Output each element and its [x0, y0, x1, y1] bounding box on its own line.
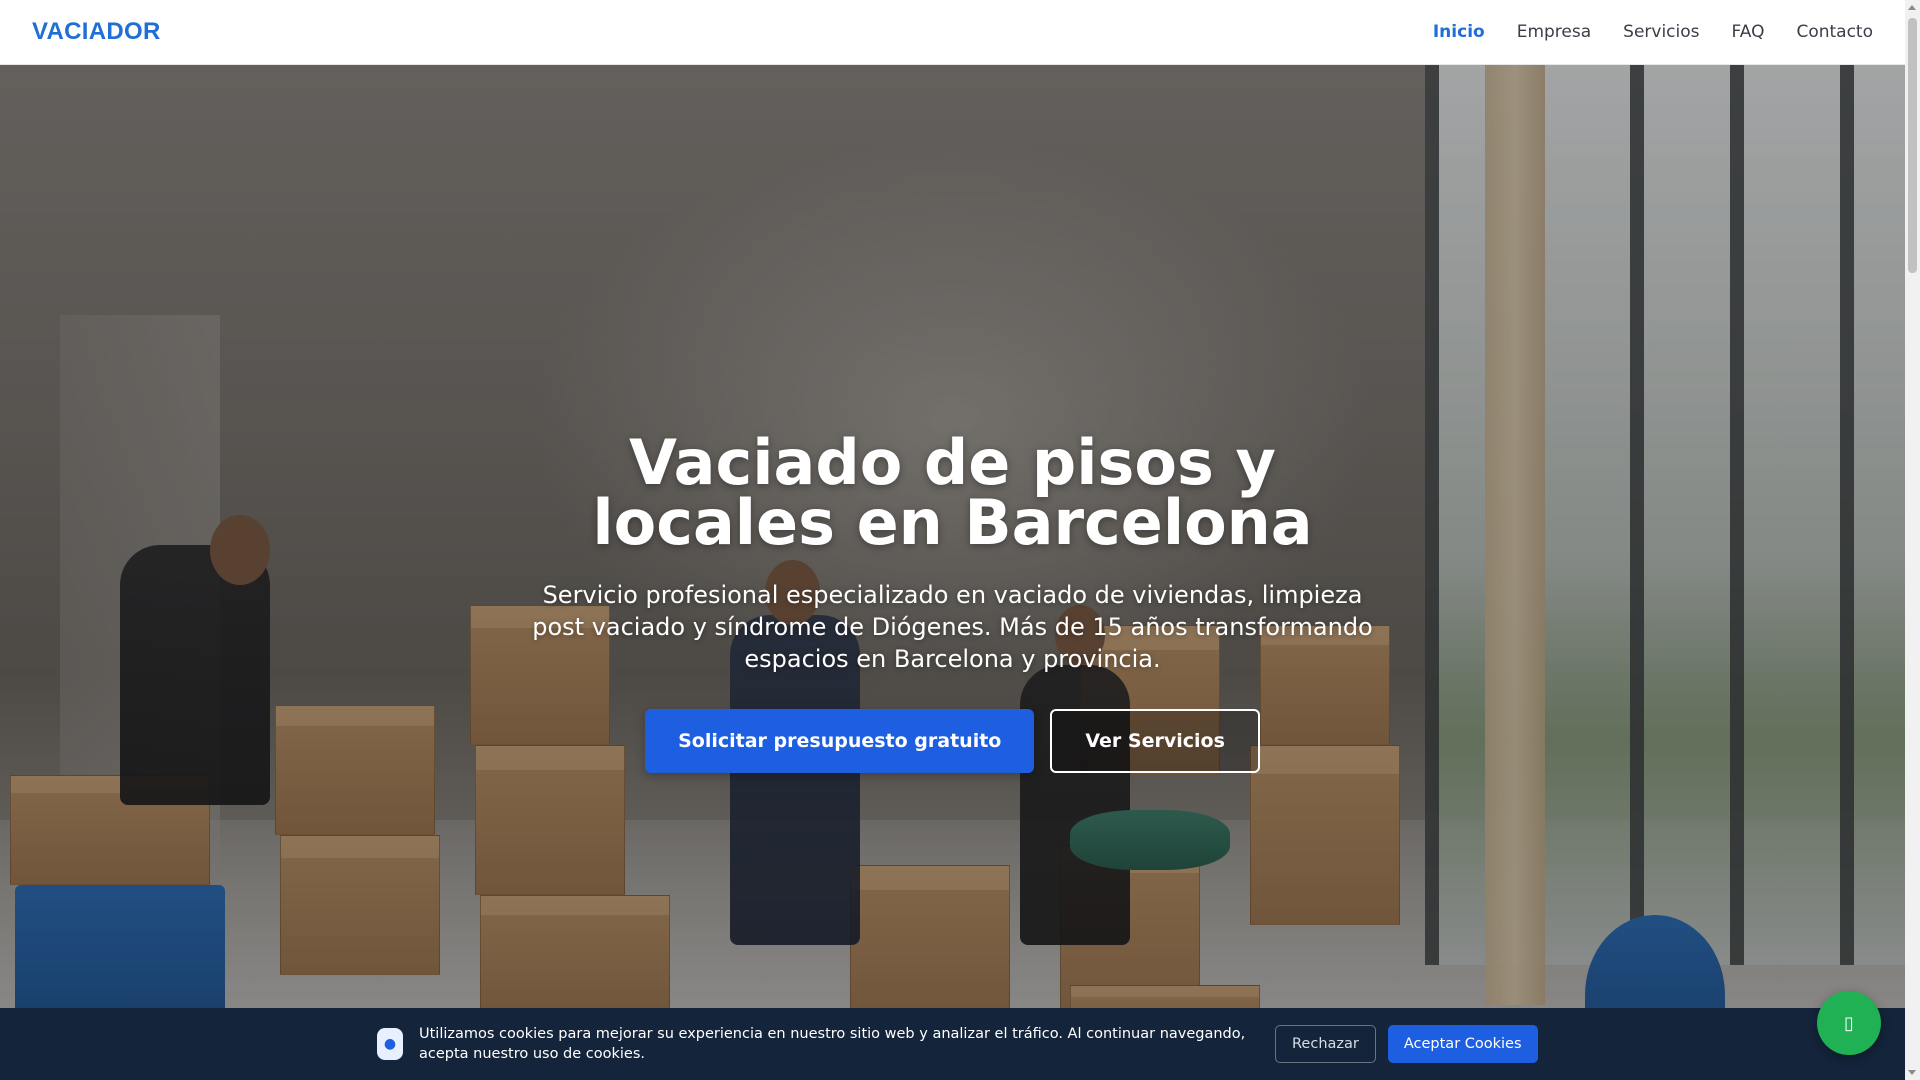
- main-nav: Inicio Empresa Servicios FAQ Contacto: [1433, 22, 1873, 42]
- page-scrollbar[interactable]: [1905, 0, 1920, 1080]
- nav-link-empresa[interactable]: Empresa: [1517, 22, 1591, 42]
- nav-link-faq[interactable]: FAQ: [1732, 22, 1765, 42]
- hero-content: Vaciado de pisos y locales en Barcelona …: [0, 65, 1905, 1080]
- whatsapp-icon: ▯: [1844, 1012, 1854, 1034]
- cookie-banner: ● Utilizamos cookies para mejorar su exp…: [0, 1008, 1905, 1080]
- hero-buttons: Solicitar presupuesto gratuito Ver Servi…: [645, 709, 1260, 773]
- site-header: VACIADOR Inicio Empresa Servicios FAQ Co…: [0, 0, 1905, 65]
- accept-cookies-button[interactable]: Aceptar Cookies: [1387, 1025, 1538, 1063]
- hero-subtitle: Servicio profesional especializado en va…: [532, 581, 1373, 673]
- reject-cookies-button[interactable]: Rechazar: [1275, 1025, 1376, 1063]
- nav-link-inicio[interactable]: Inicio: [1433, 22, 1485, 42]
- hero-section: Vaciado de pisos y locales en Barcelona …: [0, 65, 1905, 1080]
- cookie-message: Utilizamos cookies para mejorar su exper…: [419, 1026, 1246, 1062]
- scroll-up-icon[interactable]: [1908, 5, 1916, 10]
- whatsapp-button[interactable]: ▯: [1817, 991, 1881, 1055]
- cookie-icon: ●: [377, 1028, 403, 1060]
- nav-link-contacto[interactable]: Contacto: [1796, 22, 1873, 42]
- hero-title: Vaciado de pisos y locales en Barcelona: [592, 426, 1313, 559]
- site-logo[interactable]: VACIADOR: [32, 18, 161, 46]
- scroll-thumb[interactable]: [1908, 18, 1917, 273]
- request-quote-button[interactable]: Solicitar presupuesto gratuito: [645, 709, 1035, 773]
- nav-link-servicios[interactable]: Servicios: [1623, 22, 1699, 42]
- scroll-down-icon[interactable]: [1908, 1070, 1916, 1075]
- view-services-button[interactable]: Ver Servicios: [1050, 709, 1260, 773]
- page: VACIADOR Inicio Empresa Servicios FAQ Co…: [0, 0, 1920, 1080]
